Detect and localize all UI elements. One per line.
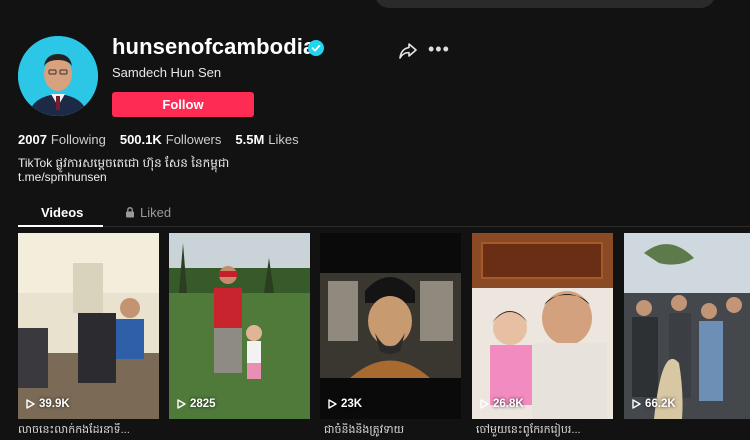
video-caption: ជាចំនិងនិងត្រូវទាយ: [324, 424, 405, 436]
active-tab-indicator: [18, 225, 103, 227]
video-views-count: 23K: [341, 398, 363, 410]
stat-label: Likes: [268, 132, 299, 147]
video-views: 39.9K: [26, 398, 70, 410]
more-dots-icon[interactable]: •••: [428, 40, 450, 58]
profile-stats: 2007 Following 500.1K Followers 5.5M Likes: [18, 132, 299, 147]
tab-liked[interactable]: Liked: [125, 205, 171, 220]
tab-liked-label: Liked: [140, 205, 172, 220]
play-icon: [26, 399, 35, 409]
search-bar[interactable]: [375, 0, 715, 8]
video-card[interactable]: 26.8K: [472, 233, 613, 419]
tabs-divider: [18, 226, 750, 227]
share-arrow-icon[interactable]: [399, 43, 417, 59]
video-views-count: 26.8K: [493, 398, 524, 410]
video-card[interactable]: 66.2K: [624, 233, 750, 419]
stat-label: Followers: [165, 132, 222, 147]
stat-label: Following: [50, 132, 106, 147]
play-icon: [632, 399, 641, 409]
follow-button[interactable]: Follow: [112, 92, 254, 117]
stat-value: 5.5M: [235, 132, 265, 147]
profile-nickname: Samdech Hun Sen: [112, 65, 222, 80]
verified-check-icon: [308, 40, 324, 56]
avatar[interactable]: [18, 36, 98, 116]
video-card[interactable]: 39.9K: [18, 233, 159, 419]
video-caption: លាចនេះលាក់កងដែរនាទី...: [18, 424, 130, 436]
video-views-count: 2825: [190, 398, 216, 410]
stat-likes: 5.5M Likes: [235, 132, 298, 147]
play-icon: [177, 399, 186, 409]
play-icon: [480, 399, 489, 409]
video-views: 66.2K: [632, 398, 676, 410]
stat-value: 2007: [18, 132, 47, 147]
profile-username: hunsenofcambodia: [112, 34, 316, 59]
bio-link[interactable]: t.me/spmhunsen: [18, 170, 107, 184]
video-card[interactable]: 2825: [169, 233, 310, 419]
lock-icon: [126, 207, 134, 218]
video-views-count: 66.2K: [645, 398, 676, 410]
video-views: 23K: [328, 398, 362, 410]
stat-value: 500.1K: [119, 132, 162, 147]
stat-following[interactable]: 2007 Following: [18, 132, 106, 147]
video-card[interactable]: 23K: [320, 233, 461, 419]
video-caption: ចៅមួយនេះពូកែរករៀបរ...: [476, 424, 581, 436]
video-views-count: 39.9K: [39, 398, 70, 410]
video-views: 26.8K: [480, 398, 524, 410]
tab-videos[interactable]: Videos: [41, 205, 83, 220]
stat-followers[interactable]: 500.1K Followers: [120, 132, 222, 147]
play-icon: [328, 399, 337, 409]
video-views: 2825: [177, 398, 216, 410]
